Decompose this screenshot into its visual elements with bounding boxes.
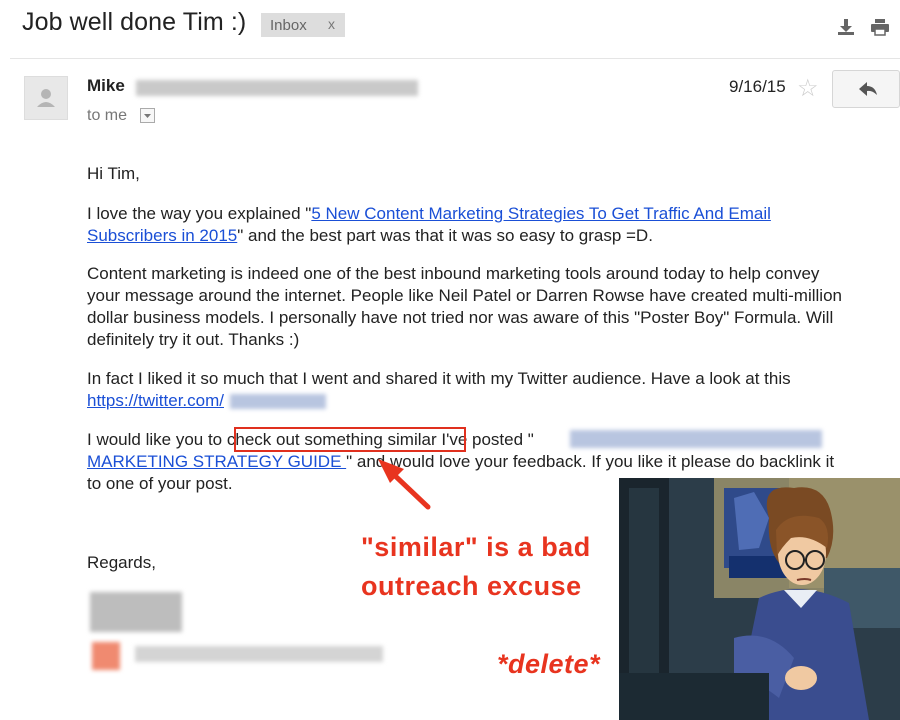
p4-text-a: I would like you to <box>87 430 227 449</box>
twitter-link[interactable]: https://twitter.com/ <box>87 391 224 410</box>
print-icon[interactable] <box>870 17 890 37</box>
annotation-arrow <box>378 459 431 510</box>
redacted-signature-logo <box>92 642 120 670</box>
p1-text-b: " and the best part was that it was so e… <box>237 226 653 245</box>
sender-name: Mike <box>87 76 125 95</box>
recipient-dropdown[interactable] <box>140 108 155 123</box>
annotation-delete: *delete* <box>497 649 601 679</box>
reaction-cartoon-image <box>619 478 900 720</box>
inbox-label-chip[interactable]: Inbox x <box>261 13 345 37</box>
paragraph-1: I love the way you explained "5 New Cont… <box>87 203 771 247</box>
person-icon <box>37 89 55 107</box>
remove-label-icon[interactable]: x <box>328 16 335 32</box>
redacted-guide-title <box>570 430 822 448</box>
p2-line: definitely try it out. Thanks :) <box>87 330 300 349</box>
redacted-signature-name <box>90 592 182 632</box>
annotation-line-2: outreach excuse <box>361 571 582 601</box>
sign-off: Regards, <box>87 553 156 572</box>
paragraph-2: Content marketing is indeed one of the b… <box>87 263 842 351</box>
p4-text-d: to one of your post. <box>87 474 233 493</box>
p2-line: Content marketing is indeed one of the b… <box>87 264 820 283</box>
email-subject: Job well done Tim :) <box>22 8 247 36</box>
annotation-line-1: "similar" is a bad <box>361 532 591 562</box>
guide-link[interactable]: MARKETING STRATEGY GUIDE <box>87 452 346 471</box>
greeting: Hi Tim, <box>87 164 140 183</box>
p3-text: In fact I liked it so much that I went a… <box>87 369 791 388</box>
email-date: 9/16/15 <box>729 77 786 96</box>
redacted-sender-email <box>136 80 418 96</box>
p2-line: dollar business models. I personally hav… <box>87 308 834 327</box>
header-divider <box>10 58 900 59</box>
reply-icon <box>859 82 877 96</box>
chevron-down-icon <box>144 114 151 118</box>
p2-line: your message around the internet. People… <box>87 286 842 305</box>
article-link-cont[interactable]: Subscribers in 2015 <box>87 226 237 245</box>
redacted-signature-url <box>135 646 383 662</box>
article-link[interactable]: 5 New Content Marketing Strategies To Ge… <box>311 204 771 223</box>
highlight-box <box>234 427 466 452</box>
sender-avatar <box>24 76 68 120</box>
paragraph-3: In fact I liked it so much that I went a… <box>87 368 791 412</box>
inbox-label-text: Inbox <box>270 16 307 34</box>
star-icon[interactable]: ☆ <box>797 74 819 103</box>
redacted-twitter-handle <box>230 394 326 409</box>
p1-text-a: I love the way you explained " <box>87 204 312 223</box>
recipient-text: to me <box>87 107 128 124</box>
reply-button[interactable] <box>832 70 900 108</box>
download-icon[interactable] <box>836 17 856 37</box>
